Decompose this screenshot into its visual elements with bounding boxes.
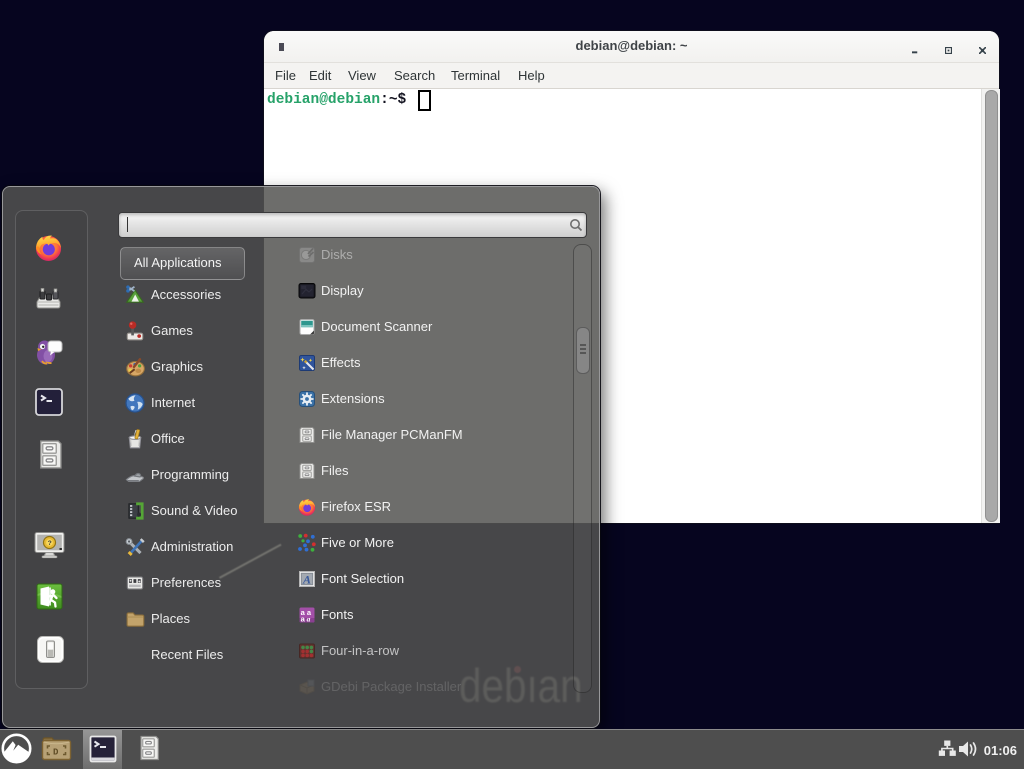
svg-text:?: ? [48, 540, 52, 547]
svg-text:D: D [53, 748, 59, 758]
svg-text:A: A [302, 572, 311, 586]
svg-text:a: a [307, 615, 311, 624]
